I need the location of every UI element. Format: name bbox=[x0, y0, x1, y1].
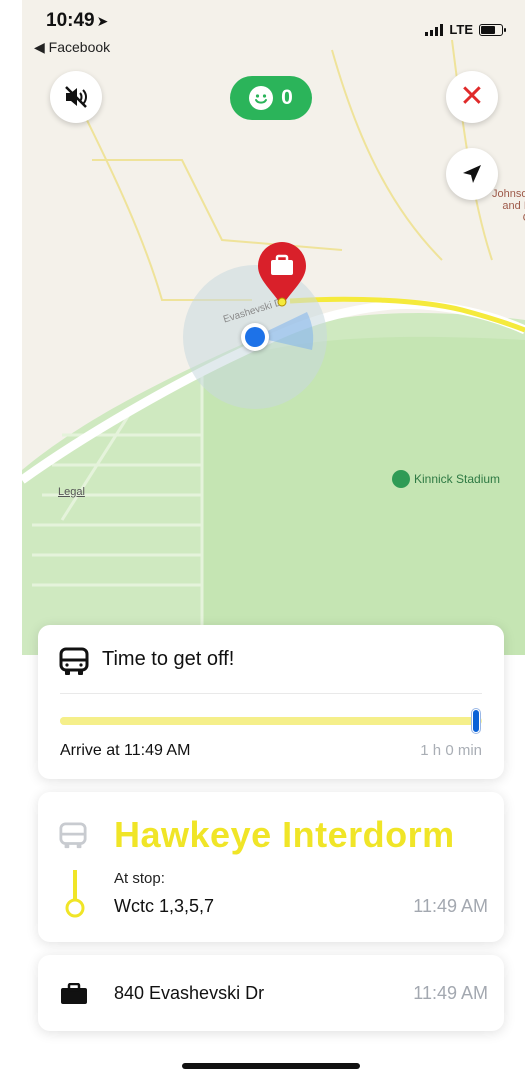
rider-count: 0 bbox=[281, 86, 293, 109]
stadium-map-label[interactable]: Kinnick Stadium bbox=[392, 470, 500, 488]
briefcase-icon bbox=[61, 983, 87, 1004]
blue-dot-icon bbox=[241, 323, 269, 351]
stop-name: Wctc 1,3,5,7 bbox=[114, 896, 215, 916]
smiley-icon bbox=[249, 86, 274, 110]
close-button[interactable]: ✕ bbox=[446, 71, 498, 123]
location-services-icon: ➤ bbox=[96, 13, 109, 29]
battery-icon bbox=[479, 23, 506, 36]
time-text: 10:49 bbox=[46, 10, 95, 31]
locate-me-button[interactable] bbox=[446, 148, 498, 200]
route-name: Hawkeye Interdorm bbox=[114, 814, 455, 855]
back-to-app-link[interactable]: ◀ Facebook bbox=[34, 39, 110, 56]
location-arrow-icon bbox=[463, 165, 481, 183]
route-card[interactable]: Hawkeye Interdorm At stop: Wctc 1,3,5,7 … bbox=[38, 792, 504, 942]
briefcase-pin-icon[interactable] bbox=[254, 240, 310, 308]
arrival-time-text: Arrive at 11:49 AM bbox=[60, 742, 191, 759]
legal-link[interactable]: Legal bbox=[58, 486, 85, 498]
mute-button[interactable] bbox=[50, 71, 102, 123]
bus-icon bbox=[59, 647, 89, 675]
trip-progress-marker bbox=[471, 709, 480, 733]
close-icon: ✕ bbox=[459, 80, 485, 113]
stadium-label-text: Kinnick Stadium bbox=[414, 472, 501, 486]
signal-icon bbox=[425, 23, 444, 36]
back-triangle-icon: ◀ bbox=[34, 39, 45, 55]
stop-time: 11:49 AM bbox=[413, 896, 488, 916]
trip-progress-fill bbox=[60, 717, 478, 725]
stadium-icon bbox=[392, 470, 410, 488]
trip-duration: 1 h 0 min bbox=[420, 742, 482, 759]
speaker-muted-icon bbox=[65, 86, 87, 108]
status-indicators: LTE bbox=[425, 22, 506, 37]
destination-time: 11:49 AM bbox=[413, 983, 488, 1003]
network-label: LTE bbox=[449, 22, 473, 37]
destination-card[interactable]: 840 Evashevski Dr 11:49 AM bbox=[38, 955, 504, 1031]
trip-status-title: Time to get off! bbox=[102, 648, 235, 670]
status-time: 10:49 ➤ bbox=[46, 10, 108, 32]
trip-status-card[interactable]: Time to get off! Arrive at 11:49 AM 1 h … bbox=[38, 625, 504, 779]
bus-outline-icon bbox=[59, 822, 87, 849]
at-stop-label: At stop: bbox=[114, 870, 165, 887]
stop-marker-icon bbox=[65, 870, 85, 918]
destination-address: 840 Evashevski Dr bbox=[114, 983, 265, 1003]
back-app-label: Facebook bbox=[48, 39, 111, 55]
riders-count-pill[interactable]: 0 bbox=[230, 76, 312, 120]
home-indicator[interactable] bbox=[182, 1063, 360, 1069]
card-divider bbox=[60, 693, 482, 694]
